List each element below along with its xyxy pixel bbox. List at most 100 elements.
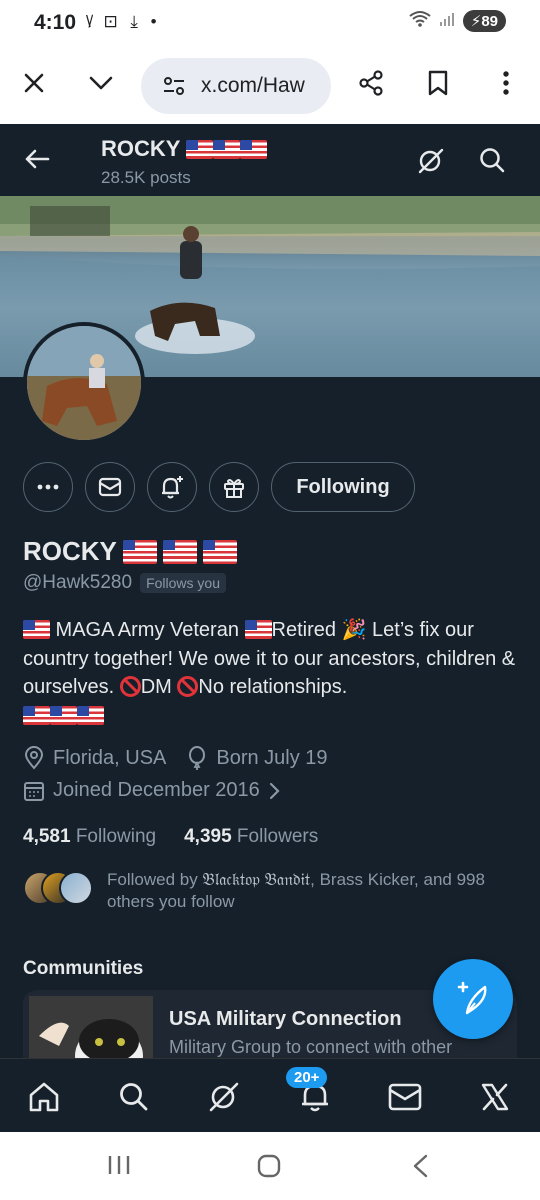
followed-by[interactable]: Followed by 𝔅𝔩𝔞𝔠𝔨𝔱𝔬𝔭 𝔅𝔞𝔫𝔡𝔦𝔱, Brass Kicke…	[23, 869, 523, 919]
joined-row[interactable]: Joined December 2016	[23, 779, 282, 802]
more-vertical-icon	[503, 71, 509, 95]
browser-menu-button[interactable]	[488, 65, 524, 101]
us-flag-icon	[186, 140, 214, 159]
envelope-icon	[98, 477, 122, 497]
following-count-link[interactable]: 4,581 Following	[23, 826, 156, 848]
avatar-image	[27, 326, 141, 440]
home-button[interactable]	[257, 1154, 281, 1183]
header-name: ROCKY	[101, 136, 268, 162]
us-flag-icon	[240, 140, 268, 159]
profile-top-bar: ROCKY 28.5K posts	[0, 124, 540, 196]
url-text: x.com/Haw	[201, 74, 305, 97]
back-system-button[interactable]	[410, 1154, 432, 1183]
status-right: ⚡89	[409, 10, 506, 32]
followers-count-link[interactable]: 4,395 Followers	[184, 826, 318, 848]
x-profile-page: ROCKY 28.5K posts Following ROCKY @Hawk5…	[0, 124, 540, 1132]
follows-you-badge: Follows you	[140, 573, 226, 593]
community-description: Military Group to connect with other	[169, 1037, 453, 1057]
nav-messages[interactable]	[385, 1077, 425, 1117]
followed-by-text: Followed by 𝔅𝔩𝔞𝔠𝔨𝔱𝔬𝔭 𝔅𝔞𝔫𝔡𝔦𝔱, Brass Kicke…	[107, 869, 527, 913]
envelope-icon	[388, 1083, 422, 1111]
search-icon	[120, 1083, 148, 1111]
url-bar[interactable]: x.com/Haw	[141, 58, 331, 114]
message-button[interactable]	[85, 462, 135, 512]
following-label: Following	[75, 826, 157, 847]
us-flag-icon	[202, 539, 237, 564]
bio-text: Retired	[271, 619, 342, 641]
nav-home[interactable]	[24, 1077, 64, 1117]
avatar	[59, 871, 93, 905]
bookmark-button[interactable]	[420, 65, 456, 101]
profile-bio: MAGA Army Veteran Retired 🎉 Let’s fix ou…	[23, 616, 523, 730]
search-button[interactable]	[478, 146, 506, 179]
bell-plus-icon	[162, 476, 183, 499]
bookmark-icon	[428, 70, 448, 96]
system-navigation-bar	[0, 1132, 540, 1200]
us-flag-icon	[77, 705, 104, 725]
profile-name-text: ROCKY	[23, 536, 117, 566]
profile-handle: @Hawk5280	[23, 572, 133, 593]
browser-toolbar: x.com/Haw	[0, 46, 540, 124]
more-button[interactable]	[23, 462, 73, 512]
gift-icon	[224, 479, 244, 498]
home-circle-icon	[257, 1154, 281, 1178]
minimize-browser-button[interactable]	[83, 65, 119, 101]
following-button[interactable]: Following	[271, 462, 415, 512]
us-flag-icon	[213, 140, 241, 159]
us-flag-icon	[244, 620, 272, 639]
battery-indicator: ⚡89	[462, 10, 506, 32]
compose-post-button[interactable]	[433, 959, 513, 1039]
profile-avatar[interactable]	[23, 322, 145, 444]
communities-heading: Communities	[23, 958, 144, 979]
us-flag-icon	[23, 620, 50, 639]
chevron-down-icon	[89, 76, 113, 90]
followed-by-name: 𝔅𝔩𝔞𝔠𝔨𝔱𝔬𝔭 𝔅𝔞𝔫𝔡𝔦𝔱	[202, 870, 311, 889]
notify-button[interactable]	[147, 462, 197, 512]
party-popper-icon: 🎉	[341, 619, 367, 641]
more-horizontal-icon	[37, 484, 59, 490]
back-button[interactable]	[22, 144, 52, 179]
notifications-badge: 20+	[286, 1067, 328, 1088]
nav-grok[interactable]	[204, 1077, 244, 1117]
follow-counts: 4,581 Following 4,395 Followers	[23, 826, 318, 848]
prohibited-icon	[177, 676, 199, 697]
nav-x-premium[interactable]	[475, 1077, 515, 1117]
close-tab-button[interactable]	[16, 65, 52, 101]
x-logo-icon	[481, 1083, 509, 1111]
header-name-text: ROCKY	[101, 136, 181, 161]
bio-text: MAGA Army Veteran	[50, 619, 245, 641]
grok-button[interactable]	[416, 146, 446, 181]
profile-meta: Florida, USA Born July 19	[23, 746, 328, 770]
birthday-text: Born July 19	[216, 746, 328, 769]
home-icon	[29, 1082, 59, 1112]
compose-feather-icon	[457, 981, 487, 1015]
profile-handle-row: @Hawk5280 Follows you	[23, 572, 226, 594]
us-flag-icon	[23, 705, 50, 725]
followed-by-prefix: Followed by	[107, 870, 203, 889]
recent-apps-icon	[108, 1156, 130, 1174]
profile-actions: Following	[0, 462, 540, 512]
us-flag-icon	[162, 539, 197, 564]
share-icon	[359, 70, 383, 96]
bottom-nav: 20+	[0, 1058, 540, 1132]
share-button[interactable]	[353, 65, 389, 101]
signal-icon	[439, 11, 455, 31]
recent-apps-button[interactable]	[107, 1154, 131, 1181]
balloon-icon	[189, 746, 206, 770]
prohibited-icon	[119, 676, 141, 697]
followers-count: 4,395	[184, 826, 232, 847]
profile-name: ROCKY	[23, 536, 237, 567]
bio-text: No relationships.	[198, 676, 348, 698]
battery-level: 89	[481, 13, 498, 30]
status-bar: 4:10 \̸ ⊡ ⤓ • ⚡89	[0, 0, 540, 46]
followers-label: Followers	[236, 826, 319, 847]
grok-icon	[209, 1082, 239, 1112]
calendar-icon	[24, 781, 44, 801]
search-icon	[480, 148, 505, 173]
gift-button[interactable]	[209, 462, 259, 512]
site-settings-icon	[164, 77, 184, 95]
community-title: USA Military Connection	[169, 1008, 402, 1030]
us-flag-icon	[122, 539, 157, 564]
nav-explore[interactable]	[114, 1077, 154, 1117]
status-notification-icons: \̸ ⊡ ⤓ •	[86, 12, 161, 31]
